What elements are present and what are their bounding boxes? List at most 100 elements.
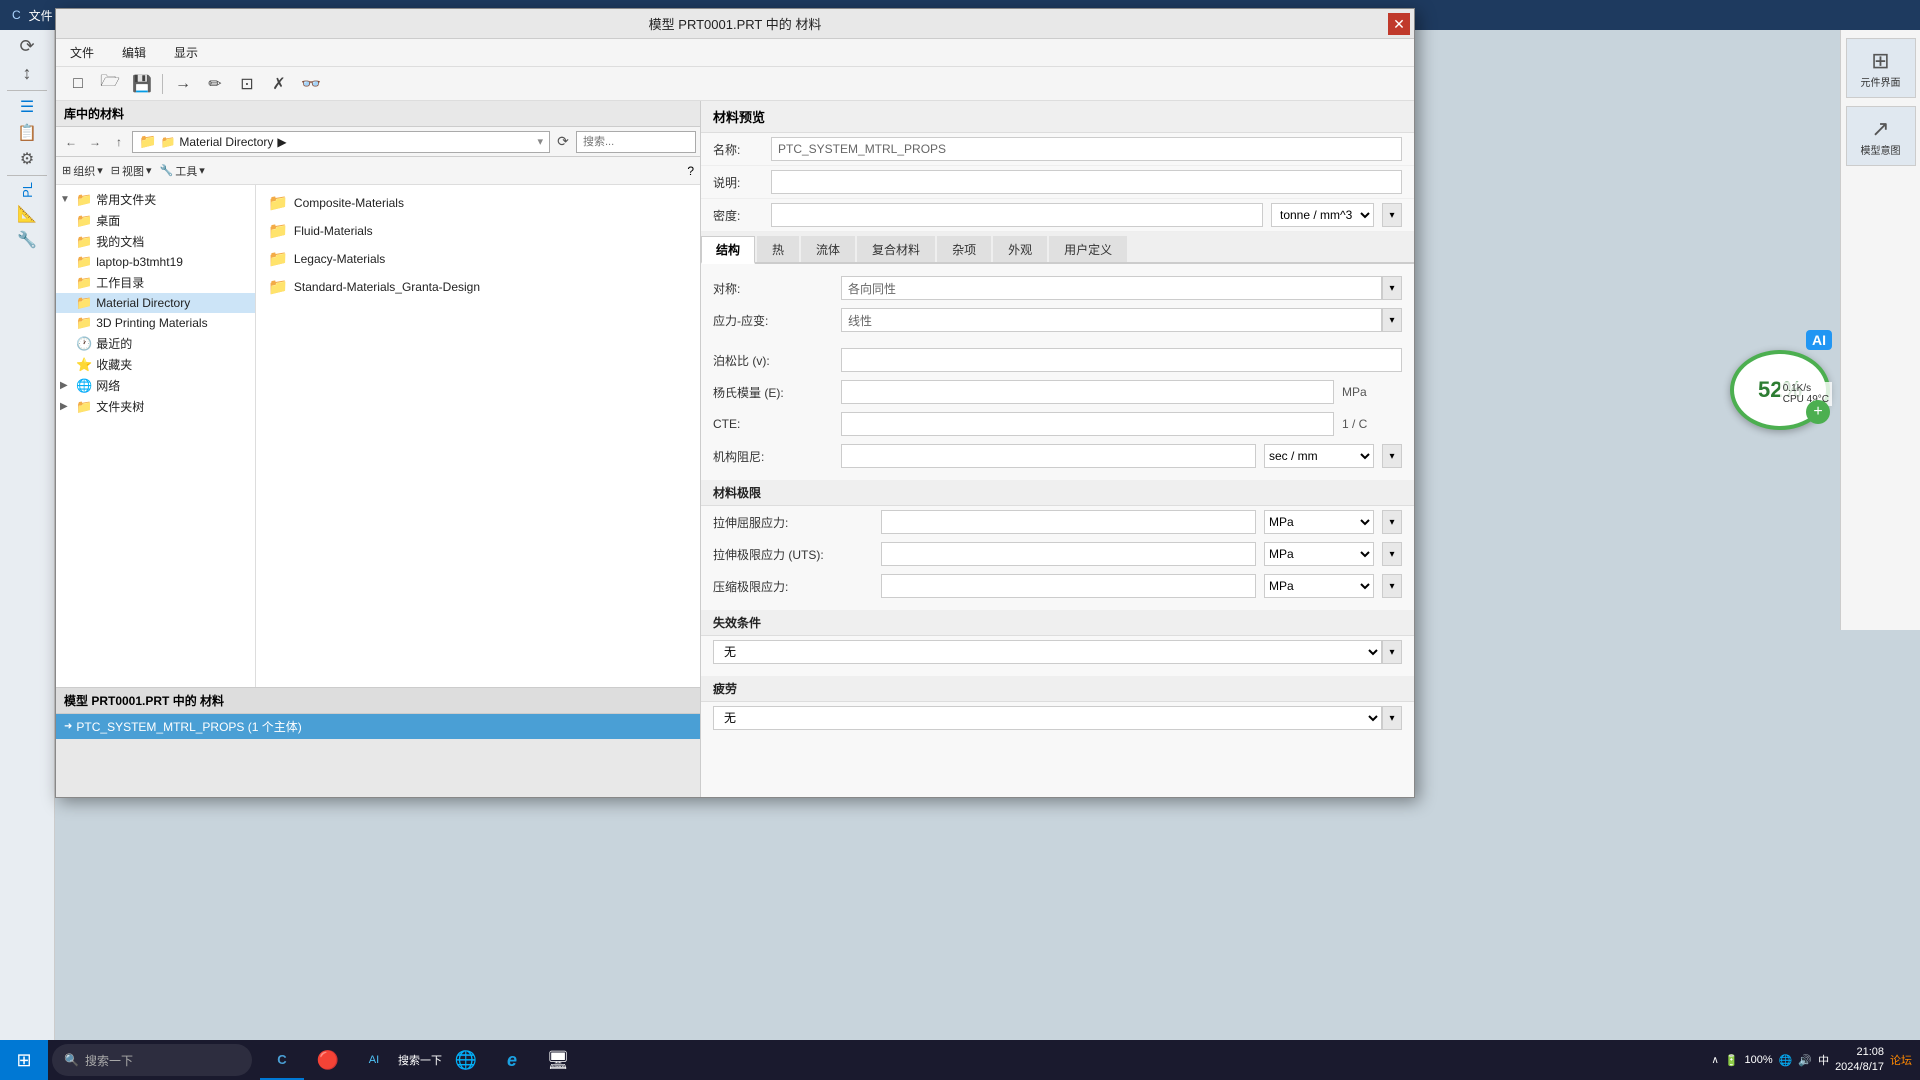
filetree-toggle[interactable]: ▶ 📁 文件夹树 xyxy=(56,396,255,417)
address-path[interactable]: 📁 📁 Material Directory ▶ ▾ xyxy=(132,131,550,153)
ime-indicator[interactable]: 中 xyxy=(1818,1052,1829,1068)
tensile-ult-dropdown[interactable]: ▾ xyxy=(1382,542,1402,566)
cte-input[interactable] xyxy=(841,412,1334,436)
compress-input[interactable] xyxy=(881,574,1256,598)
tab-misc[interactable]: 杂项 xyxy=(937,236,991,262)
taskbar-app-window[interactable]: 🖥 xyxy=(536,1040,580,1080)
help-icon[interactable]: ? xyxy=(687,164,694,178)
tab-composite[interactable]: 复合材料 xyxy=(857,236,935,262)
compress-dropdown[interactable]: ▾ xyxy=(1382,574,1402,598)
toolbar-copy-btn[interactable]: ⊡ xyxy=(233,71,261,97)
file-legacy[interactable]: 📁 Legacy-Materials xyxy=(260,245,696,273)
damping-unit-select[interactable]: sec / mm xyxy=(1264,444,1374,468)
tab-appearance[interactable]: 外观 xyxy=(993,236,1047,262)
symmetry-select[interactable] xyxy=(841,276,1382,300)
network-toggle[interactable]: ▶ 🌐 网络 xyxy=(56,375,255,396)
stress-strain-select[interactable] xyxy=(841,308,1382,332)
name-input[interactable] xyxy=(771,137,1402,161)
common-folder-toggle[interactable]: ▼ 📁 常用文件夹 xyxy=(56,189,255,210)
taskbar-app-ie[interactable]: e xyxy=(490,1040,534,1080)
toolbar-glasses-btn[interactable]: 👓 xyxy=(297,71,325,97)
tree-workdir[interactable]: 📁 工作目录 xyxy=(56,272,255,293)
left-tool-3[interactable]: ☰ xyxy=(20,97,34,117)
addr-folder-icon: 📁 xyxy=(139,133,156,150)
dialog-close-btn[interactable]: ✕ xyxy=(1388,13,1410,35)
left-tool-2[interactable]: ↕ xyxy=(23,63,32,84)
left-tool-7[interactable]: 🔧 xyxy=(17,230,37,250)
component-interface-btn[interactable]: ⊞ 元件界面 xyxy=(1846,38,1916,98)
search-input[interactable] xyxy=(576,131,696,153)
material-list-item-0[interactable]: ➜ PTC_SYSTEM_MTRL_PROPS (1 个主体) xyxy=(56,714,700,739)
left-tool-1[interactable]: ⟳ xyxy=(19,36,34,57)
tensile-ult-unit-select[interactable]: MPa xyxy=(1264,542,1374,566)
spacer-2 xyxy=(701,472,1414,480)
file-standard[interactable]: 📁 Standard-Materials_Granta-Design xyxy=(260,273,696,301)
tab-fluid[interactable]: 流体 xyxy=(801,236,855,262)
addr-back-btn[interactable]: ← xyxy=(60,131,82,153)
poisson-input[interactable] xyxy=(841,348,1402,372)
menu-file[interactable]: 文件 xyxy=(64,42,100,63)
toolbar-open-btn[interactable]: 🗁 xyxy=(96,71,124,97)
file-fluid[interactable]: 📁 Fluid-Materials xyxy=(260,217,696,245)
taskbar-app-2[interactable]: 🔴 xyxy=(306,1040,350,1080)
view-group[interactable]: ⊟ 视图 ▾ xyxy=(111,163,152,179)
fatigue-dropdown[interactable]: ▾ xyxy=(1382,706,1402,730)
left-tool-5[interactable]: ⚙ xyxy=(20,149,34,169)
desc-input[interactable] xyxy=(771,170,1402,194)
start-button[interactable]: ⊞ xyxy=(0,1040,48,1080)
left-tool-4[interactable]: 📋 xyxy=(17,123,37,143)
add-widget-btn[interactable]: + xyxy=(1806,400,1830,424)
taskbar-app-search[interactable]: 搜索一下 xyxy=(398,1040,442,1080)
damping-input[interactable] xyxy=(841,444,1256,468)
menu-display[interactable]: 显示 xyxy=(168,42,204,63)
tab-thermal[interactable]: 热 xyxy=(757,236,799,262)
tree-material-dir[interactable]: 📁 Material Directory xyxy=(56,293,255,313)
addr-refresh-btn[interactable]: ⟳ xyxy=(552,131,574,153)
tree-recent[interactable]: 🕐 最近的 xyxy=(56,333,255,354)
tree-3dprint[interactable]: 📁 3D Printing Materials xyxy=(56,313,255,333)
file-composite[interactable]: 📁 Composite-Materials xyxy=(260,189,696,217)
organize-group[interactable]: ⊞ 组织 ▾ xyxy=(62,163,103,179)
left-tool-6[interactable]: 📐 xyxy=(17,204,37,224)
failure-select[interactable]: 无 xyxy=(713,640,1382,664)
tree-mydocs[interactable]: 📁 我的文档 xyxy=(56,231,255,252)
tensile-yield-input[interactable] xyxy=(881,510,1256,534)
material-list-panel: 模型 PRT0001.PRT 中的 材料 ➜ PTC_SYSTEM_MTRL_P… xyxy=(56,687,700,797)
menu-edit[interactable]: 编辑 xyxy=(116,42,152,63)
damping-unit-dropdown[interactable]: ▾ xyxy=(1382,444,1402,468)
forum-btn[interactable]: 论坛 xyxy=(1890,1052,1912,1068)
tensile-ult-input[interactable] xyxy=(881,542,1256,566)
density-unit-select[interactable]: tonne / mm^3 xyxy=(1271,203,1374,227)
toolbar-new-btn[interactable]: □ xyxy=(64,71,92,97)
toolbar-arrow-btn[interactable]: → xyxy=(169,71,197,97)
tree-favorites[interactable]: ⭐ 收藏夹 xyxy=(56,354,255,375)
density-input[interactable] xyxy=(771,203,1263,227)
tab-structure[interactable]: 结构 xyxy=(701,236,755,264)
fatigue-select[interactable]: 无 xyxy=(713,706,1382,730)
youngs-unit: MPa xyxy=(1342,385,1402,399)
toolbar-edit-btn[interactable]: ✏ xyxy=(201,71,229,97)
youngs-input[interactable] xyxy=(841,380,1334,404)
addr-forward-btn[interactable]: → xyxy=(84,131,106,153)
toolbar-delete-btn[interactable]: ✗ xyxy=(265,71,293,97)
taskbar-app-edge[interactable]: 🌐 xyxy=(444,1040,488,1080)
taskbar-search[interactable]: 🔍 搜索一下 xyxy=(52,1044,252,1076)
addr-dropdown[interactable]: ▾ xyxy=(537,135,543,148)
tensile-yield-unit-select[interactable]: MPa xyxy=(1264,510,1374,534)
tray-expand[interactable]: ∧ xyxy=(1711,1055,1718,1066)
density-unit-dropdown[interactable]: ▾ xyxy=(1382,203,1402,227)
failure-dropdown[interactable]: ▾ xyxy=(1382,640,1402,664)
tensile-yield-dropdown[interactable]: ▾ xyxy=(1382,510,1402,534)
symmetry-dropdown-btn[interactable]: ▾ xyxy=(1382,276,1402,300)
taskbar-app-creo[interactable]: C xyxy=(260,1040,304,1080)
stress-strain-dropdown-btn[interactable]: ▾ xyxy=(1382,308,1402,332)
tree-desktop[interactable]: 📁 桌面 xyxy=(56,210,255,231)
tools-group[interactable]: 🔧 工具 ▾ xyxy=(160,163,205,179)
addr-up-btn[interactable]: ↑ xyxy=(108,131,130,153)
compress-unit-select[interactable]: MPa xyxy=(1264,574,1374,598)
tab-user-defined[interactable]: 用户定义 xyxy=(1049,236,1127,262)
toolbar-save-btn[interactable]: 💾 xyxy=(128,71,156,97)
model-intent-btn[interactable]: ↗ 模型意图 xyxy=(1846,106,1916,166)
tree-laptop[interactable]: 📁 laptop-b3tmht19 xyxy=(56,252,255,272)
taskbar-app-ai[interactable]: AI xyxy=(352,1040,396,1080)
